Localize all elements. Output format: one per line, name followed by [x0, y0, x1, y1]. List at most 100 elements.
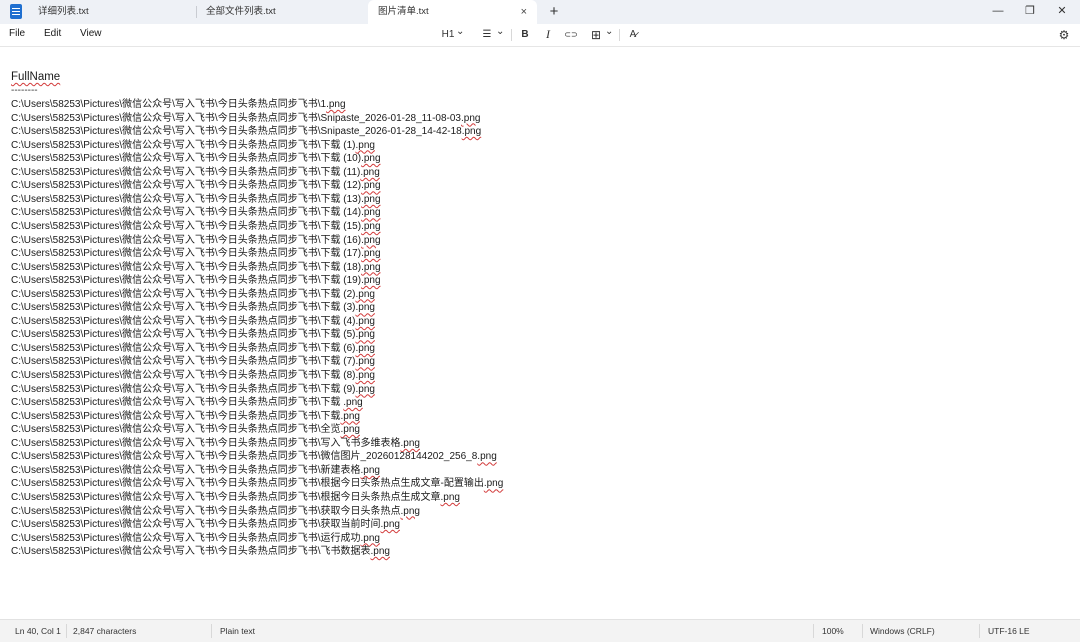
file-path-prefix: C:\Users\58253\Pictures\微信公众号\写入飞书\今日头条热… — [11, 451, 478, 463]
file-path-prefix: C:\Users\58253\Pictures\微信公众号\写入飞书\今日头条热… — [11, 112, 461, 124]
tab-image-list-active[interactable]: 图片清单.txt × — [368, 0, 537, 24]
file-path-line: C:\Users\58253\Pictures\微信公众号\写入飞书\今日头条热… — [11, 220, 381, 233]
file-path-line: C:\Users\58253\Pictures\微信公众号\写入飞书\今日头条热… — [11, 139, 375, 152]
settings-gear-icon[interactable]: ⚙ — [1057, 27, 1071, 43]
file-path-line: C:\Users\58253\Pictures\微信公众号\写入飞书\今日头条热… — [11, 247, 381, 260]
file-path-line: C:\Users\58253\Pictures\微信公众号\写入飞书\今日头条热… — [11, 410, 360, 423]
file-extension: .png — [360, 464, 380, 476]
title-bar: 详细列表.txt 全部文件列表.txt 图片清单.txt × + — ❐ ✕ — [0, 0, 1080, 24]
italic-button[interactable]: I — [543, 26, 553, 42]
status-divider — [66, 624, 67, 638]
chevron-down-icon[interactable]: ⌄ — [605, 24, 613, 40]
file-extension: .png — [361, 193, 381, 205]
menu-view[interactable]: View — [80, 28, 102, 39]
file-extension: .png — [355, 288, 375, 300]
file-path-prefix: C:\Users\58253\Pictures\微信公众号\写入飞书\今日头条热… — [11, 464, 361, 476]
file-path-line: C:\Users\58253\Pictures\微信公众号\写入飞书\今日头条热… — [11, 491, 460, 504]
bold-button[interactable]: B — [520, 27, 530, 43]
file-path-line: C:\Users\58253\Pictures\微信公众号\写入飞书\今日头条热… — [11, 301, 375, 314]
file-path-prefix: C:\Users\58253\Pictures\微信公众号\写入飞书\今日头条热… — [11, 492, 441, 503]
file-extension: .png — [355, 383, 375, 395]
file-path-prefix: C:\Users\58253\Pictures\微信公众号\写入飞书\今日头条热… — [11, 166, 361, 178]
file-path-prefix: C:\Users\58253\Pictures\微信公众号\写入飞书\今日头条热… — [11, 505, 401, 517]
file-path-line: C:\Users\58253\Pictures\微信公众号\写入飞书\今日头条热… — [11, 328, 375, 341]
file-path-prefix: C:\Users\58253\Pictures\微信公众号\写入飞书\今日头条热… — [11, 139, 356, 151]
document-format[interactable]: Plain text — [220, 626, 255, 636]
file-extension: .png — [360, 532, 380, 544]
file-extension: .png — [361, 180, 381, 192]
chevron-down-icon[interactable]: ⌄ — [456, 24, 464, 40]
file-path-prefix: C:\Users\58253\Pictures\微信公众号\写入飞书\今日头条热… — [11, 180, 362, 192]
file-path-line: C:\Users\58253\Pictures\微信公众号\写入飞书\今日头条热… — [11, 125, 481, 138]
new-tab-button[interactable]: + — [545, 3, 563, 21]
status-divider — [862, 624, 863, 638]
file-path-prefix: C:\Users\58253\Pictures\微信公众号\写入飞书\今日头条热… — [11, 302, 356, 314]
line-ending[interactable]: Windows (CRLF) — [870, 626, 935, 636]
zoom-level[interactable]: 100% — [822, 626, 844, 636]
table-icon[interactable]: ⊞ — [590, 27, 602, 43]
close-tab-icon[interactable]: × — [521, 0, 527, 24]
file-path-line: C:\Users\58253\Pictures\微信公众号\写入飞书\今日头条热… — [11, 545, 390, 558]
file-path-prefix: C:\Users\58253\Pictures\微信公众号\写入飞书\今日头条热… — [11, 220, 362, 232]
file-extension: .png — [361, 153, 381, 165]
file-extension: .png — [380, 519, 400, 531]
file-extension: .png — [361, 234, 381, 246]
heading-button[interactable]: H1 — [441, 27, 455, 43]
file-path-prefix: C:\Users\58253\Pictures\微信公众号\写入飞书\今日头条热… — [11, 193, 362, 205]
file-extension: .png — [343, 397, 363, 409]
clear-formatting-icon[interactable]: A̷ — [627, 27, 639, 43]
file-path-prefix: C:\Users\58253\Pictures\微信公众号\写入飞书\今日头条热… — [11, 234, 362, 246]
list-icon[interactable]: ☰ — [481, 27, 493, 43]
file-path-line: C:\Users\58253\Pictures\微信公众号\写入飞书\今日头条热… — [11, 355, 375, 368]
file-path-line: C:\Users\58253\Pictures\微信公众号\写入飞书\今日头条热… — [11, 234, 381, 247]
chevron-down-icon[interactable]: ⌄ — [496, 24, 504, 40]
file-path-prefix: C:\Users\58253\Pictures\微信公众号\写入飞书\今日头条热… — [11, 126, 462, 138]
menu-file[interactable]: File — [9, 28, 25, 39]
file-path-prefix: C:\Users\58253\Pictures\微信公众号\写入飞书\今日头条热… — [11, 546, 371, 558]
file-path-prefix: C:\Users\58253\Pictures\微信公众号\写入飞书\今日头条热… — [11, 329, 356, 341]
file-extension: .png — [355, 342, 375, 354]
menu-bar: File Edit View H1 ⌄ ☰ ⌄ B I ⊂⊃ ⊞ ⌄ A̷ ⚙ — [0, 24, 1080, 47]
file-path-prefix: C:\Users\58253\Pictures\微信公众号\写入飞书\今日头条热… — [11, 356, 356, 368]
file-extension: .png — [483, 478, 504, 490]
file-path-line: C:\Users\58253\Pictures\微信公众号\写入飞书\今日头条热… — [11, 166, 380, 179]
minimize-button[interactable]: — — [980, 0, 1016, 24]
file-extension: .png — [361, 207, 381, 219]
link-icon[interactable]: ⊂⊃ — [563, 27, 579, 43]
file-path-prefix: C:\Users\58253\Pictures\微信公众号\写入飞书\今日头条热… — [11, 153, 362, 165]
file-path-line: C:\Users\58253\Pictures\微信公众号\写入飞书\今日头条热… — [11, 396, 363, 409]
character-count: 2,847 characters — [73, 626, 137, 636]
document-heading: FullName — [11, 71, 61, 83]
toolbar-divider — [511, 29, 512, 41]
maximize-button[interactable]: ❐ — [1012, 0, 1048, 24]
menu-edit[interactable]: Edit — [44, 28, 61, 39]
file-extension: .png — [360, 166, 380, 178]
file-extension: .png — [400, 505, 420, 517]
file-extension: .png — [361, 220, 381, 232]
status-divider — [813, 624, 814, 638]
text-editor[interactable]: FullName -------- C:\Users\58253\Picture… — [0, 47, 1080, 619]
tab-label: 图片清单.txt — [378, 6, 429, 17]
cursor-position[interactable]: Ln 40, Col 1 — [15, 626, 61, 636]
file-extension: .png — [355, 315, 375, 327]
file-extension: .png — [461, 126, 482, 138]
file-path-line: C:\Users\58253\Pictures\微信公众号\写入飞书\今日头条热… — [11, 477, 503, 490]
file-path-prefix: C:\Users\58253\Pictures\微信公众号\写入飞书\今日头条热… — [11, 248, 362, 260]
file-path-line: C:\Users\58253\Pictures\微信公众号\写入飞书\今日头条热… — [11, 383, 375, 396]
tab-all-files-list[interactable]: 全部文件列表.txt — [196, 0, 368, 24]
file-extension: .png — [440, 492, 460, 503]
close-window-button[interactable]: ✕ — [1044, 0, 1080, 24]
file-path-line: C:\Users\58253\Pictures\微信公众号\写入飞书\今日头条热… — [11, 179, 381, 192]
file-path-line: C:\Users\58253\Pictures\微信公众号\写入飞书\今日头条热… — [11, 423, 360, 436]
tab-detail-list[interactable]: 详细列表.txt — [28, 0, 196, 24]
file-path-prefix: C:\Users\58253\Pictures\微信公众号\写入飞书\今日头条热… — [11, 275, 362, 287]
status-bar: Ln 40, Col 1 2,847 characters Plain text… — [0, 619, 1080, 642]
file-path-line: C:\Users\58253\Pictures\微信公众号\写入飞书\今日头条热… — [11, 464, 380, 477]
file-extension: .png — [326, 99, 346, 110]
file-path-prefix: C:\Users\58253\Pictures\微信公众号\写入飞书\今日头条热… — [11, 424, 341, 436]
toolbar-divider — [619, 29, 620, 41]
tab-label: 详细列表.txt — [38, 6, 89, 17]
file-path-line: C:\Users\58253\Pictures\微信公众号\写入飞书\今日头条热… — [11, 342, 375, 355]
file-path-line: C:\Users\58253\Pictures\微信公众号\写入飞书\今日头条热… — [11, 315, 375, 328]
text-encoding[interactable]: UTF-16 LE — [988, 626, 1030, 636]
